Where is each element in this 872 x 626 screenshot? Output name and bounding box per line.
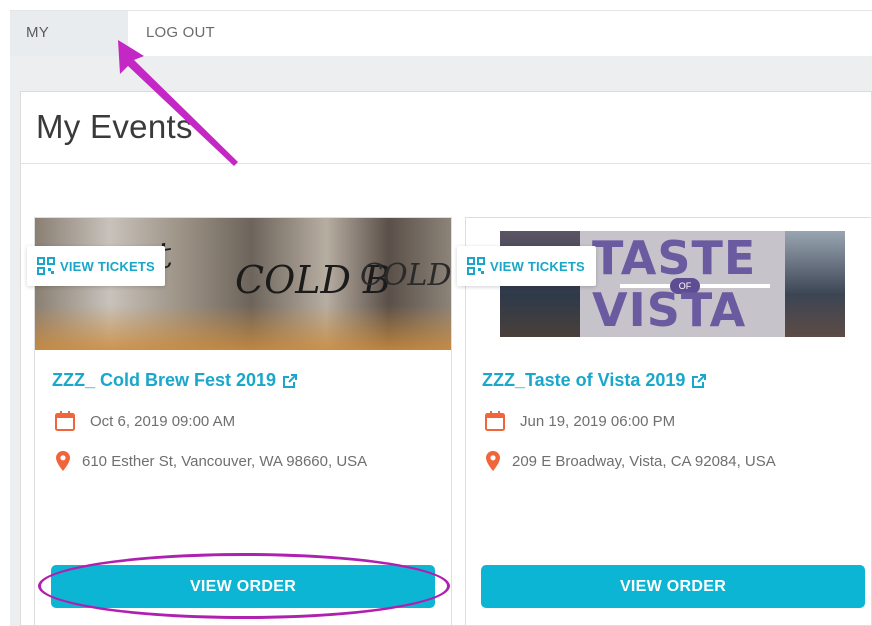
view-order-button[interactable]: VIEW ORDER <box>481 565 865 608</box>
qr-code-icon <box>467 257 485 275</box>
banner-photo <box>785 231 845 337</box>
annotation-arrow <box>118 40 238 166</box>
annotation-circle <box>38 553 450 619</box>
calendar-icon <box>55 411 75 431</box>
event-date: Jun 19, 2019 06:00 PM <box>520 412 676 430</box>
event-address: 209 E Broadway, Vista, CA 92084, USA <box>512 452 776 470</box>
qr-code-icon <box>37 257 55 275</box>
event-title-link[interactable]: ZZZ_ Cold Brew Fest 2019 <box>52 370 298 391</box>
view-tickets-label: VIEW TICKETS <box>60 258 155 274</box>
calendar-icon <box>485 411 505 431</box>
external-link-icon <box>692 374 707 389</box>
event-location-row: 209 E Broadway, Vista, CA 92084, USA <box>482 450 776 472</box>
view-tickets-label: VIEW TICKETS <box>490 258 585 274</box>
event-title-text: ZZZ_Taste of Vista 2019 <box>482 370 686 390</box>
event-title-text: ZZZ_ Cold Brew Fest 2019 <box>52 370 277 390</box>
view-tickets-button[interactable]: VIEW TICKETS <box>27 246 165 286</box>
banner-logo-text: COLD <box>360 258 451 293</box>
event-address: 610 Esther St, Vancouver, WA 98660, USA <box>82 452 368 470</box>
banner-logo-text: TASTE <box>592 231 757 285</box>
banner-logo-text: VISTA <box>592 283 747 337</box>
event-date-row: Jun 19, 2019 06:00 PM <box>482 410 675 432</box>
event-date: Oct 6, 2019 09:00 AM <box>90 412 236 430</box>
event-title-link[interactable]: ZZZ_Taste of Vista 2019 <box>482 370 707 391</box>
event-location-row: 610 Esther St, Vancouver, WA 98660, USA <box>52 450 367 472</box>
banner-glow <box>35 305 451 350</box>
view-tickets-button[interactable]: VIEW TICKETS <box>457 246 596 286</box>
external-link-icon <box>283 374 298 389</box>
event-date-row: Oct 6, 2019 09:00 AM <box>52 410 235 432</box>
map-pin-icon <box>56 451 70 471</box>
map-pin-icon <box>486 451 500 471</box>
